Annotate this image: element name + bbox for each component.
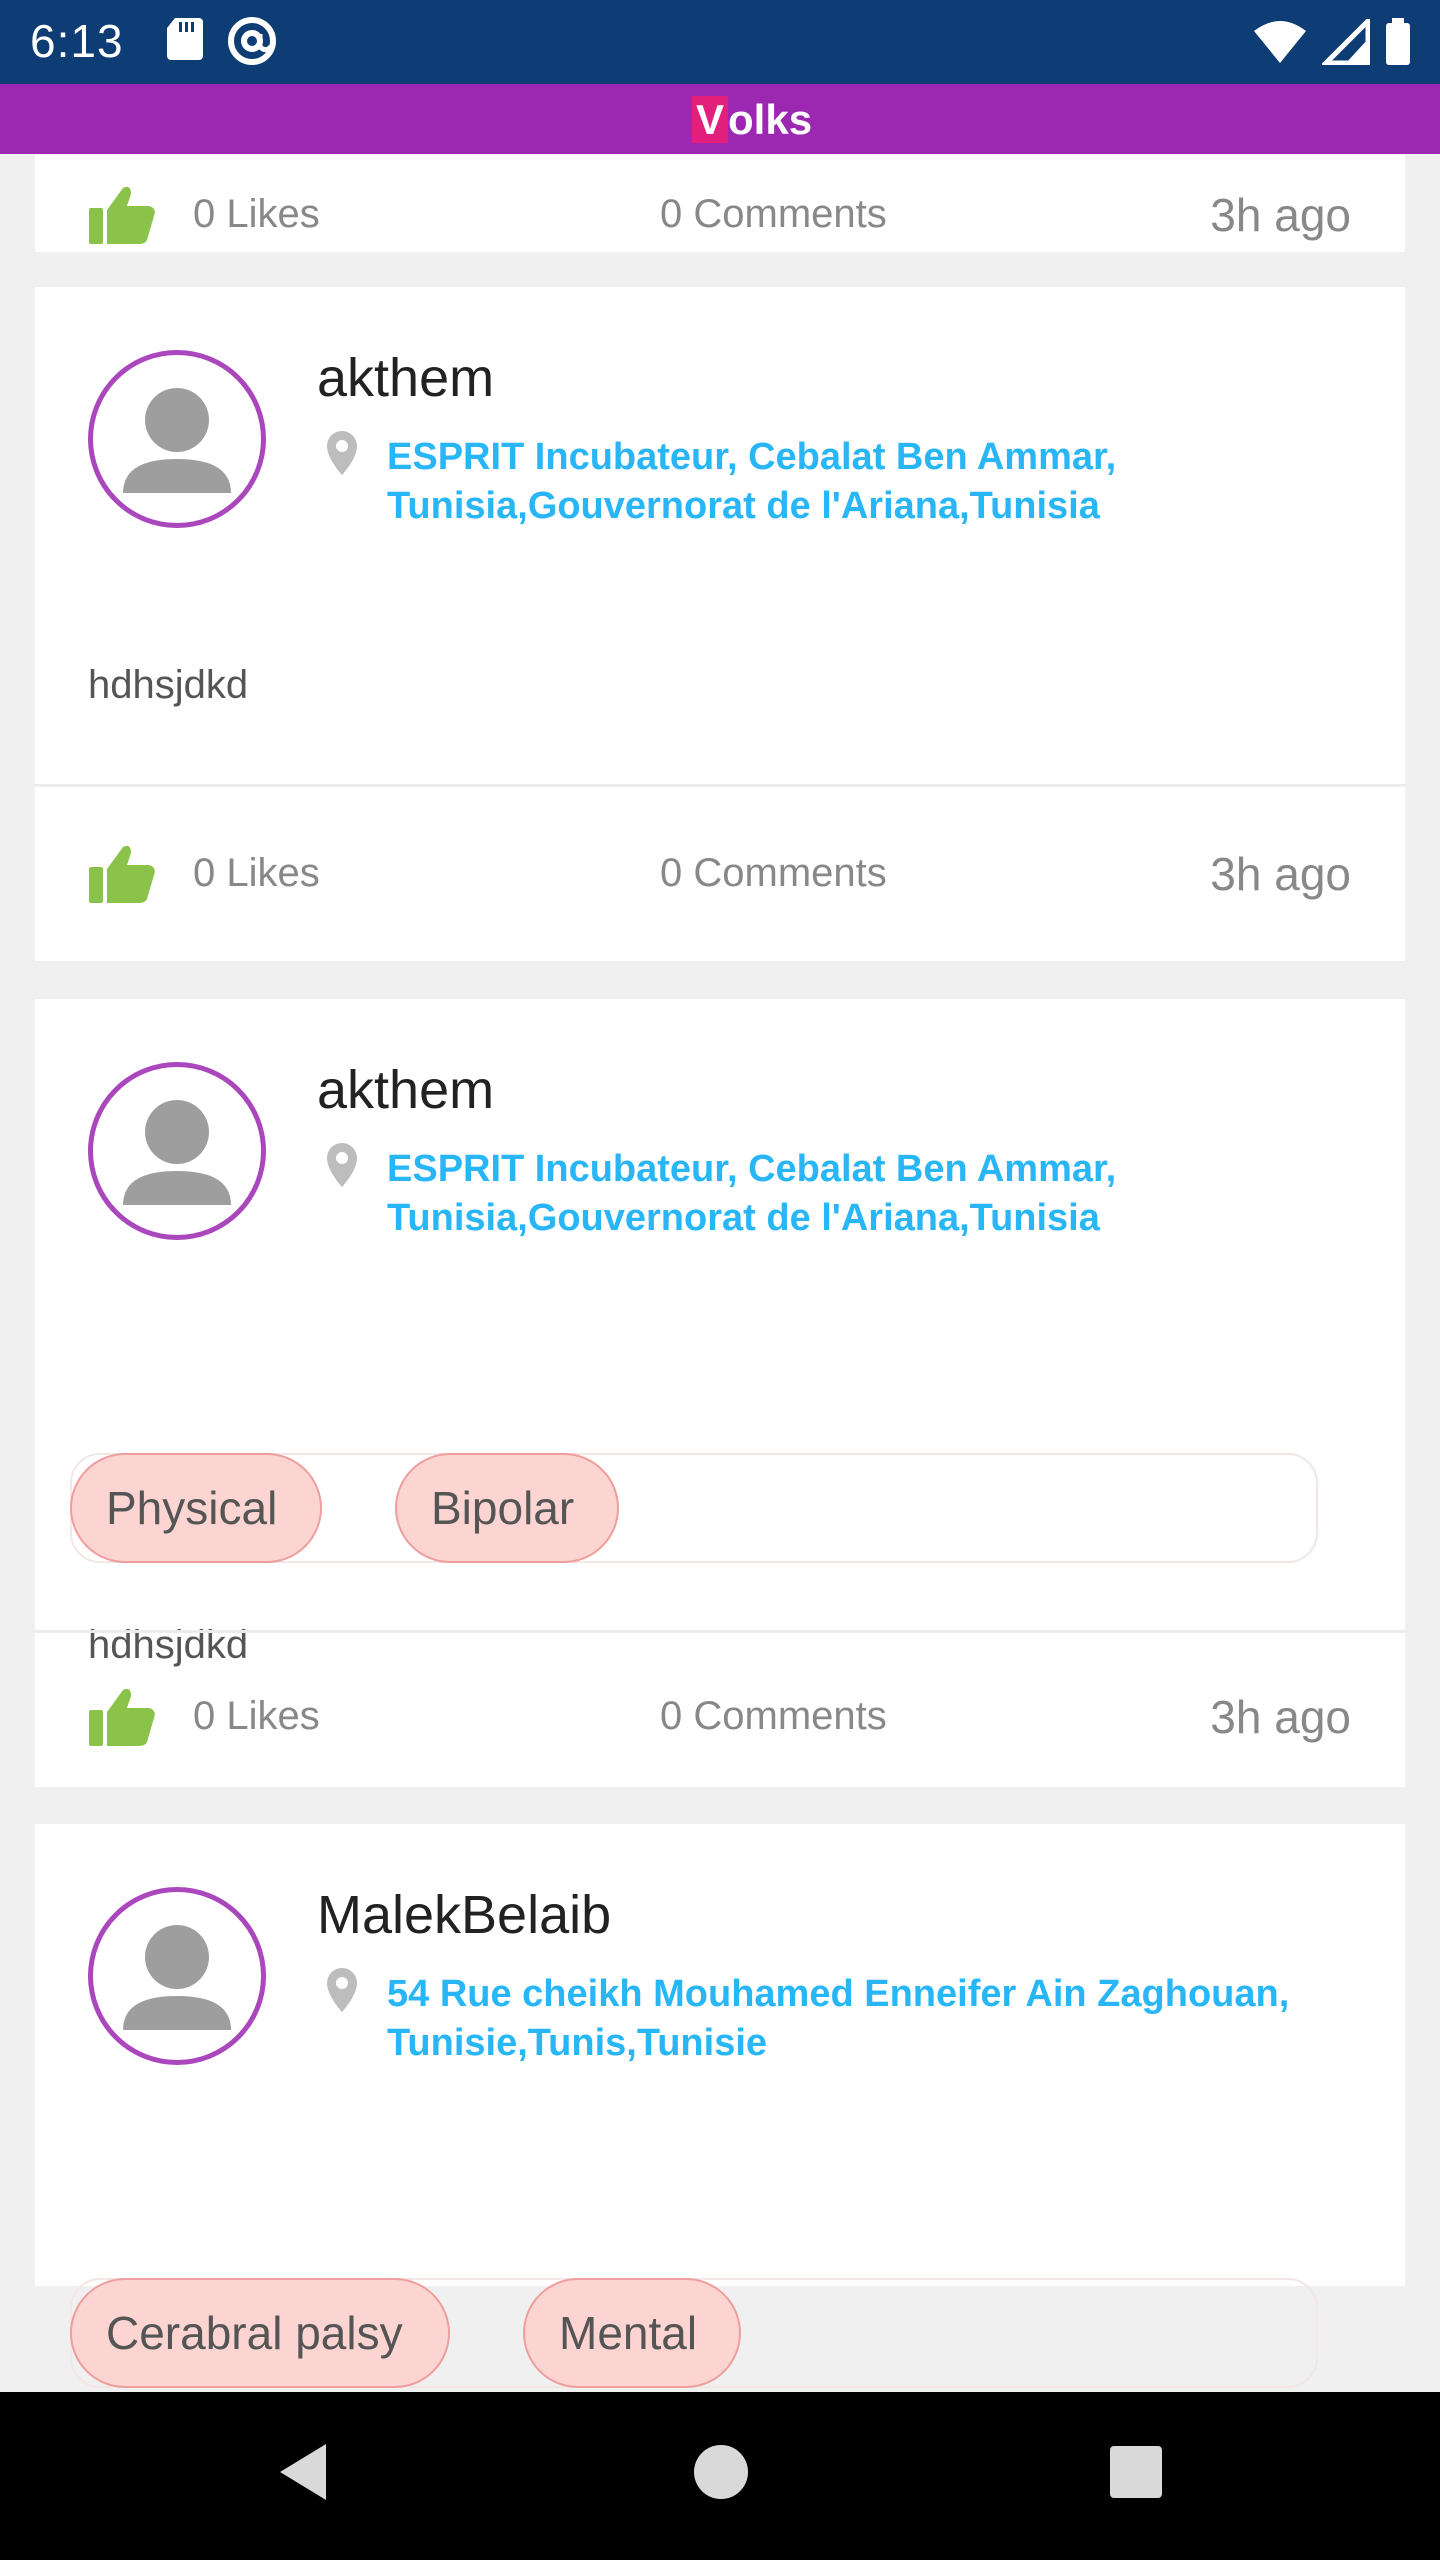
post-card[interactable]: MalekBelaib 54 Rue cheikh Mouhamed Ennei… (35, 1824, 1405, 2388)
wifi-icon (1252, 19, 1308, 70)
like-icon[interactable] (87, 1686, 157, 1753)
signal-icon (1319, 14, 1371, 70)
navigation-bar (0, 2392, 1440, 2560)
battery-icon (1384, 18, 1412, 71)
comments-count[interactable]: 0 Comments (660, 851, 887, 896)
home-icon[interactable] (686, 2432, 756, 2517)
likes-count[interactable]: 0 Likes (193, 192, 320, 237)
status-time: 6:13 (30, 15, 124, 67)
divider (35, 784, 1405, 787)
at-sign-icon (227, 16, 277, 71)
post-feed[interactable]: 0 Likes 0 Comments 3h ago akthem ESPRIT … (0, 154, 1440, 2392)
user-name[interactable]: akthem (317, 347, 494, 409)
post-location[interactable]: ESPRIT Incubateur, Cebalat Ben Ammar, Tu… (387, 1145, 1367, 1243)
location-pin-icon (325, 429, 359, 482)
post-text: hdhsjdkd (88, 663, 249, 707)
comments-count[interactable]: 0 Comments (660, 192, 887, 237)
post-time: 3h ago (1210, 189, 1351, 241)
like-icon[interactable] (87, 843, 157, 910)
user-name[interactable]: akthem (317, 1059, 494, 1121)
app-bar: Volks (0, 84, 1440, 154)
post-location[interactable]: ESPRIT Incubateur, Cebalat Ben Ammar, Tu… (387, 433, 1367, 531)
location-pin-icon (325, 1141, 359, 1194)
post-location[interactable]: 54 Rue cheikh Mouhamed Enneifer Ain Zagh… (387, 1970, 1367, 2068)
tags-group: Physical Bipolar (70, 1453, 1318, 1563)
comments-count[interactable]: 0 Comments (660, 1694, 887, 1739)
back-icon[interactable] (268, 2432, 338, 2517)
avatar[interactable] (88, 1887, 266, 2065)
post-card[interactable]: akthem ESPRIT Incubateur, Cebalat Ben Am… (35, 287, 1405, 961)
post-time: 3h ago (1210, 848, 1351, 900)
divider (35, 1630, 1405, 1633)
likes-count[interactable]: 0 Likes (193, 851, 320, 896)
location-pin-icon (325, 1966, 359, 2019)
status-bar: 6:13 (0, 0, 1440, 84)
sd-card-icon (165, 16, 205, 71)
tag-chip[interactable]: Physical (70, 1453, 322, 1563)
post-time: 3h ago (1210, 1691, 1351, 1743)
avatar[interactable] (88, 1062, 266, 1240)
tag-chip[interactable]: Cerabral palsy (70, 2278, 450, 2388)
recents-icon[interactable] (1100, 2432, 1170, 2517)
app-logo: Volks (692, 96, 812, 144)
tag-chip[interactable]: Bipolar (395, 1453, 619, 1563)
tag-chip[interactable]: Mental (523, 2278, 741, 2388)
tags-group: Cerabral palsy Mental (70, 2278, 1318, 2388)
avatar[interactable] (88, 350, 266, 528)
post-card[interactable]: 0 Likes 0 Comments 3h ago (35, 154, 1405, 252)
post-card-footer[interactable]: 0 Likes 0 Comments 3h ago (35, 1630, 1405, 1787)
likes-count[interactable]: 0 Likes (193, 1694, 320, 1739)
like-icon[interactable] (87, 184, 157, 251)
user-name[interactable]: MalekBelaib (317, 1884, 611, 1946)
